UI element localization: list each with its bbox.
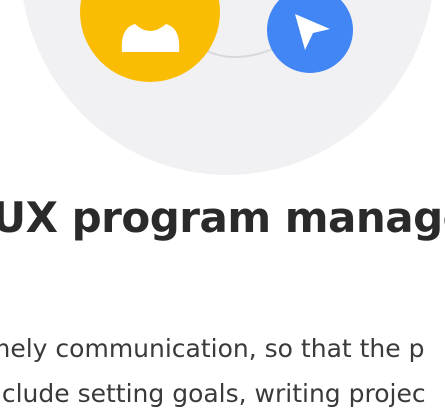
body-line: mely communication, so that the p [0, 334, 425, 363]
page-title: UX program manage [0, 193, 445, 242]
cursor-icon [267, 0, 353, 73]
article-page: UX program manage mely communication, so… [0, 0, 445, 413]
connector-line [204, 47, 276, 59]
body-line: nclude setting goals, writing projec [0, 379, 426, 408]
hero-illustration [80, 0, 353, 82]
person-badge-icon [80, 0, 220, 82]
body-paragraph: mely communication, so that the p nclude… [0, 326, 445, 413]
